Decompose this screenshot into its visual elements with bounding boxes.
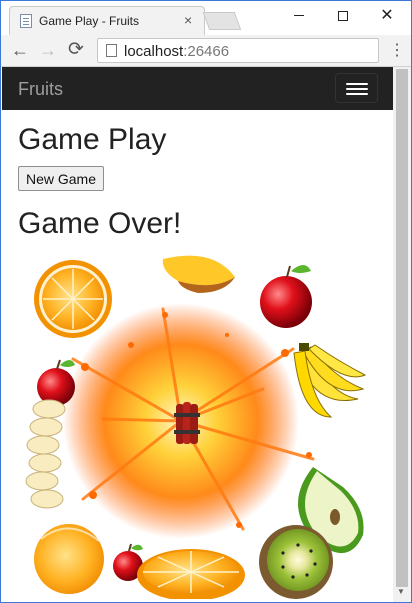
back-arrow-icon[interactable]: ← [9,39,31,61]
site-navbar: Fruits [2,67,393,110]
navbar-brand[interactable]: Fruits [18,79,63,100]
page-favicon-icon [20,14,32,28]
minimize-icon [294,15,304,17]
tab-strip: Game Play - Fruits × ✕ [1,1,411,35]
close-tab-icon[interactable]: × [184,11,192,29]
close-window-button[interactable]: ✕ [365,1,409,31]
scrollbar-thumb[interactable] [396,69,408,587]
reload-icon[interactable]: ⟳ [65,39,87,61]
maximize-button[interactable] [321,1,365,31]
apple-graphic [37,359,75,406]
minimize-button[interactable] [277,1,321,31]
navbar-toggle-button[interactable] [335,73,378,103]
url-text: localhost:26466 [124,43,229,60]
game-over-illustration [25,255,367,599]
banana-slices-graphic [25,399,66,509]
browser-toolbar: ← → ⟳ localhost:26466 ⋮ [1,35,411,67]
orange-slice-graphic [137,549,245,599]
hamburger-icon-bar [346,88,368,90]
new-game-button[interactable]: New Game [18,166,104,191]
orange-half-graphic [34,260,112,338]
url-port: :26466 [183,43,230,60]
kiwi-half-graphic [259,525,333,599]
apple-graphic [260,265,312,328]
address-bar[interactable]: localhost:26466 [97,38,379,63]
tab-title: Game Play - Fruits [39,14,140,28]
page-icon [106,44,117,57]
mango-slice-graphic [162,255,235,293]
hamburger-icon-bar [346,93,368,95]
maximize-icon [338,10,348,21]
vertical-scrollbar[interactable]: ▼ [393,67,411,602]
banana-bunch-graphic [293,343,367,418]
hamburger-icon-bar [346,83,368,85]
browser-window: Game Play - Fruits × ✕ ← → ⟳ localhost:2… [0,0,412,603]
new-tab-button[interactable] [202,12,242,30]
browser-tab[interactable]: Game Play - Fruits × [9,6,205,35]
page-viewport: Fruits Game Play New Game Game Over! [1,67,393,602]
page-title: Game Play [18,123,167,156]
browser-menu-icon[interactable]: ⋮ [389,41,405,61]
forward-arrow-icon[interactable]: → [37,39,59,61]
url-host: localhost [124,43,184,60]
dynamite-graphic [174,402,200,444]
scroll-down-arrow-icon[interactable]: ▼ [397,587,405,596]
game-status-heading: Game Over! [18,207,182,240]
orange-half-graphic [34,524,104,594]
